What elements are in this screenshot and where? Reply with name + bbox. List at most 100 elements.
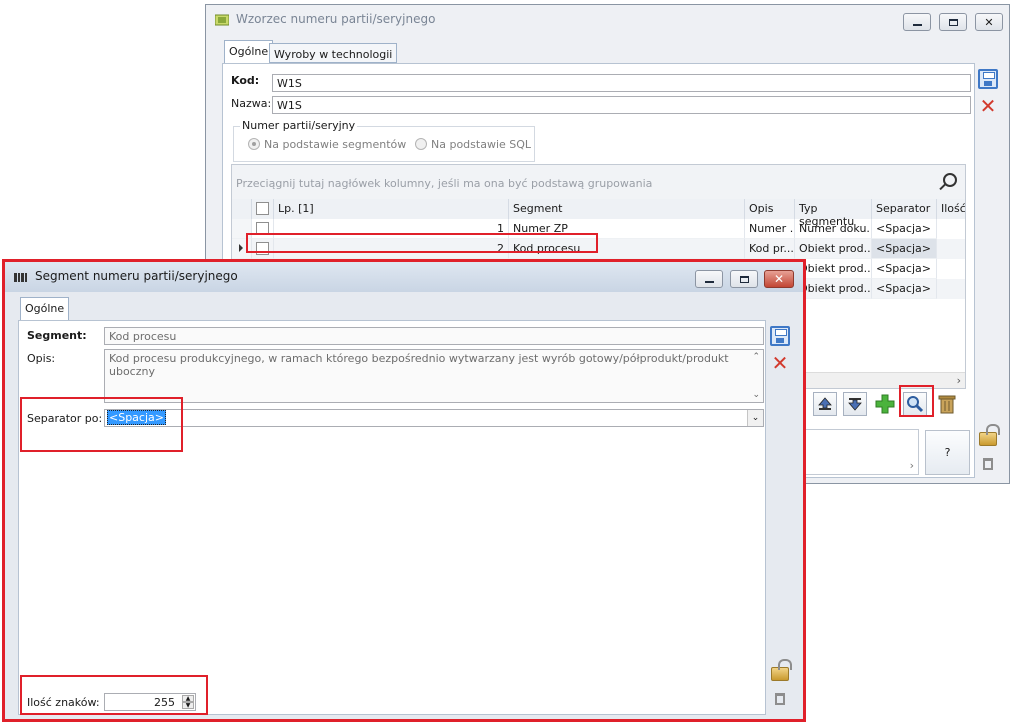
highlight-separator: [20, 397, 183, 452]
save-button[interactable]: [977, 68, 999, 90]
cancel-button[interactable]: ✕: [977, 95, 999, 117]
separator-select[interactable]: <Spacja> ⌄: [104, 409, 764, 427]
grid-search-icon[interactable]: [939, 173, 957, 191]
cell-typ: Obiekt prod...: [795, 279, 872, 299]
opis-scroll-up-icon[interactable]: ⌃: [752, 352, 760, 362]
add-icon: [875, 394, 895, 414]
maximize-button[interactable]: [939, 13, 967, 31]
segment-tab-ogolne[interactable]: Ogólne: [20, 297, 70, 321]
col-opis[interactable]: Opis: [745, 199, 795, 219]
kod-field[interactable]: W1S: [272, 74, 971, 92]
app-icon: [215, 14, 229, 26]
grid-header: Lp. [1] Segment Opis Typ segmentu Separa…: [232, 199, 965, 228]
radio-segments-dot: [252, 142, 256, 146]
kod-label: Kod:: [231, 74, 260, 87]
close-button[interactable]: ✕: [975, 13, 1003, 31]
cell-separator: <Spacja>: [872, 239, 937, 259]
highlight-preview-button: [899, 385, 934, 417]
pin-button[interactable]: [977, 453, 999, 475]
opis-label: Opis:: [27, 352, 56, 365]
col-separator[interactable]: Separator: [872, 199, 937, 219]
cell-separator: <Spacja>: [872, 279, 937, 299]
minimize-icon: [704, 280, 714, 283]
opis-textarea[interactable]: Kod procesu produkcyjnego, w ramach któr…: [104, 349, 764, 403]
help-button[interactable]: ?: [925, 430, 970, 475]
minimize-icon: [912, 23, 922, 26]
help-button-label: ?: [944, 446, 951, 459]
lock-icon: [771, 659, 792, 681]
col-typ[interactable]: Typ segmentu: [795, 199, 872, 228]
radio-sql[interactable]: [415, 138, 427, 150]
highlight-row-kod-procesu: [246, 233, 598, 253]
tab-ogolne[interactable]: Ogólne: [224, 40, 274, 63]
segment-maximize-button[interactable]: [730, 270, 758, 288]
grid-select-all[interactable]: [252, 199, 274, 219]
segment-label: Segment:: [27, 329, 87, 342]
cell-typ: Numer doku...: [795, 219, 872, 239]
lock-icon: [979, 424, 1000, 446]
move-down-button[interactable]: [843, 392, 867, 416]
lock-button[interactable]: [977, 424, 1000, 447]
close-icon: ✕: [773, 272, 785, 286]
tab-wyroby[interactable]: Wyroby w technologii: [269, 43, 398, 63]
cancel-icon: ✕: [771, 351, 789, 375]
segment-lock-button[interactable]: [769, 659, 792, 682]
cell-typ: Obiekt prod...: [795, 239, 872, 259]
numer-group: Numer partii/seryjny Na podstawie segmen…: [233, 119, 535, 162]
cell-typ: Obiekt prod...: [795, 259, 872, 279]
close-icon: ✕: [984, 15, 994, 29]
cell-opis: Numer ...: [745, 219, 795, 239]
segment-close-button[interactable]: ✕: [764, 270, 794, 288]
segment-save-button[interactable]: [769, 325, 791, 347]
description-box[interactable]: ›: [796, 429, 919, 475]
radio-segments-label: Na podstawie segmentów: [264, 138, 407, 151]
pin-icon: [775, 693, 785, 705]
select-all-checkbox[interactable]: [256, 202, 269, 215]
pin-icon: [983, 458, 993, 470]
cell-separator: <Spacja>: [872, 259, 937, 279]
move-up-icon: [818, 397, 832, 410]
col-segment[interactable]: Segment: [509, 199, 745, 219]
scroll-right-icon[interactable]: ›: [957, 374, 961, 387]
nazwa-field[interactable]: W1S: [272, 96, 971, 114]
radio-segments[interactable]: [248, 138, 260, 150]
move-down-icon: [848, 398, 862, 411]
segment-minimize-button[interactable]: [695, 270, 723, 288]
grid-hint: Przeciągnij tutaj nagłówek kolumny, jeśl…: [236, 177, 653, 190]
segment-window-titlebar[interactable]: Segment numeru partii/seryjnego ✕: [5, 262, 803, 292]
col-lp[interactable]: Lp. [1]: [274, 199, 509, 219]
segment-field[interactable]: Kod procesu: [104, 327, 764, 345]
nazwa-label: Nazwa:: [231, 97, 272, 110]
minimize-button[interactable]: [903, 13, 931, 31]
maximize-icon: [739, 275, 749, 283]
opis-text: Kod procesu produkcyjnego, w ramach któr…: [109, 352, 729, 378]
opis-scroll-down-icon[interactable]: ⌄: [752, 390, 760, 400]
radio-sql-label: Na podstawie SQL: [431, 138, 532, 151]
description-scroll-icon[interactable]: ›: [910, 459, 914, 472]
pattern-window-titlebar[interactable]: Wzorzec numeru partii/seryjnego ✕: [206, 5, 1009, 35]
segment-pin-button[interactable]: [769, 688, 791, 710]
save-icon: [770, 326, 790, 346]
move-up-button[interactable]: [813, 392, 837, 416]
add-button[interactable]: [873, 392, 897, 416]
trash-icon: [938, 395, 956, 414]
numer-group-title: Numer partii/seryjny: [240, 119, 358, 132]
grid-indicator-col: [232, 199, 252, 219]
highlight-ilosc-znakow: [20, 675, 208, 715]
grid-search-handle: [939, 183, 946, 191]
cell-opis: Kod pr...: [745, 239, 795, 259]
col-ilosc[interactable]: Ilość: [937, 199, 965, 219]
cell-separator: <Spacja>: [872, 219, 937, 239]
segment-window-title: Segment numeru partii/seryjnego: [35, 269, 238, 283]
segment-cancel-button[interactable]: ✕: [769, 352, 791, 374]
current-row-arrow-icon: [239, 244, 243, 252]
maximize-icon: [948, 18, 958, 26]
save-icon: [978, 69, 998, 89]
cancel-icon: ✕: [979, 94, 997, 118]
dropdown-chevron-icon[interactable]: ⌄: [747, 410, 763, 426]
group-panel[interactable]: Przeciągnij tutaj nagłówek kolumny, jeśl…: [232, 165, 965, 199]
segment-window: Segment numeru partii/seryjnego ✕ Ogólne…: [2, 259, 806, 722]
delete-button[interactable]: [935, 392, 959, 416]
segment-general-panel: Segment: Kod procesu Opis: Kod procesu p…: [18, 320, 766, 715]
segment-app-icon: [14, 273, 27, 282]
